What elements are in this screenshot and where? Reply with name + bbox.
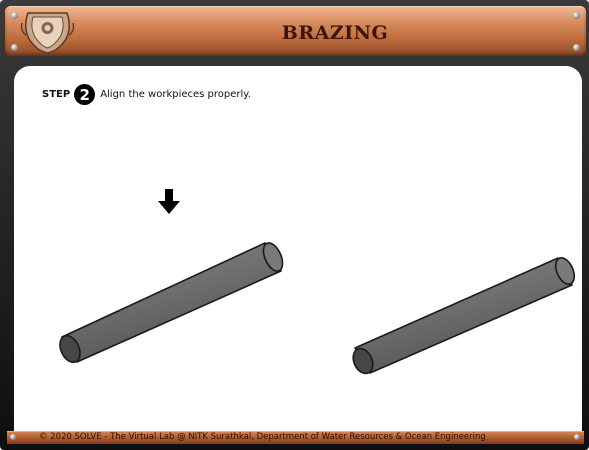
step-instruction: STEP 2 Align the workpieces properly.	[42, 84, 251, 105]
instruction-text: Align the workpieces properly.	[100, 89, 251, 100]
workpiece-rod-left[interactable]	[55, 236, 290, 368]
footer-bar: © 2020 SOLVE - The Virtual Lab @ NITK Su…	[7, 431, 584, 444]
rivet-icon	[10, 434, 16, 440]
rivet-icon	[574, 434, 580, 440]
step-label: STEP	[42, 89, 71, 100]
workpiece-rod-right[interactable]	[348, 251, 580, 379]
arrow-down-icon	[158, 189, 180, 214]
rivet-icon	[573, 12, 580, 19]
step-number-badge: 2	[74, 84, 96, 105]
copyright-text: © 2020 SOLVE - The Virtual Lab @ NITK Su…	[39, 432, 486, 442]
rivet-icon	[11, 12, 18, 19]
rivet-icon	[573, 44, 580, 51]
institute-emblem-icon	[20, 12, 75, 54]
page-title: BRAZING	[281, 22, 389, 44]
rivet-icon	[11, 44, 18, 51]
